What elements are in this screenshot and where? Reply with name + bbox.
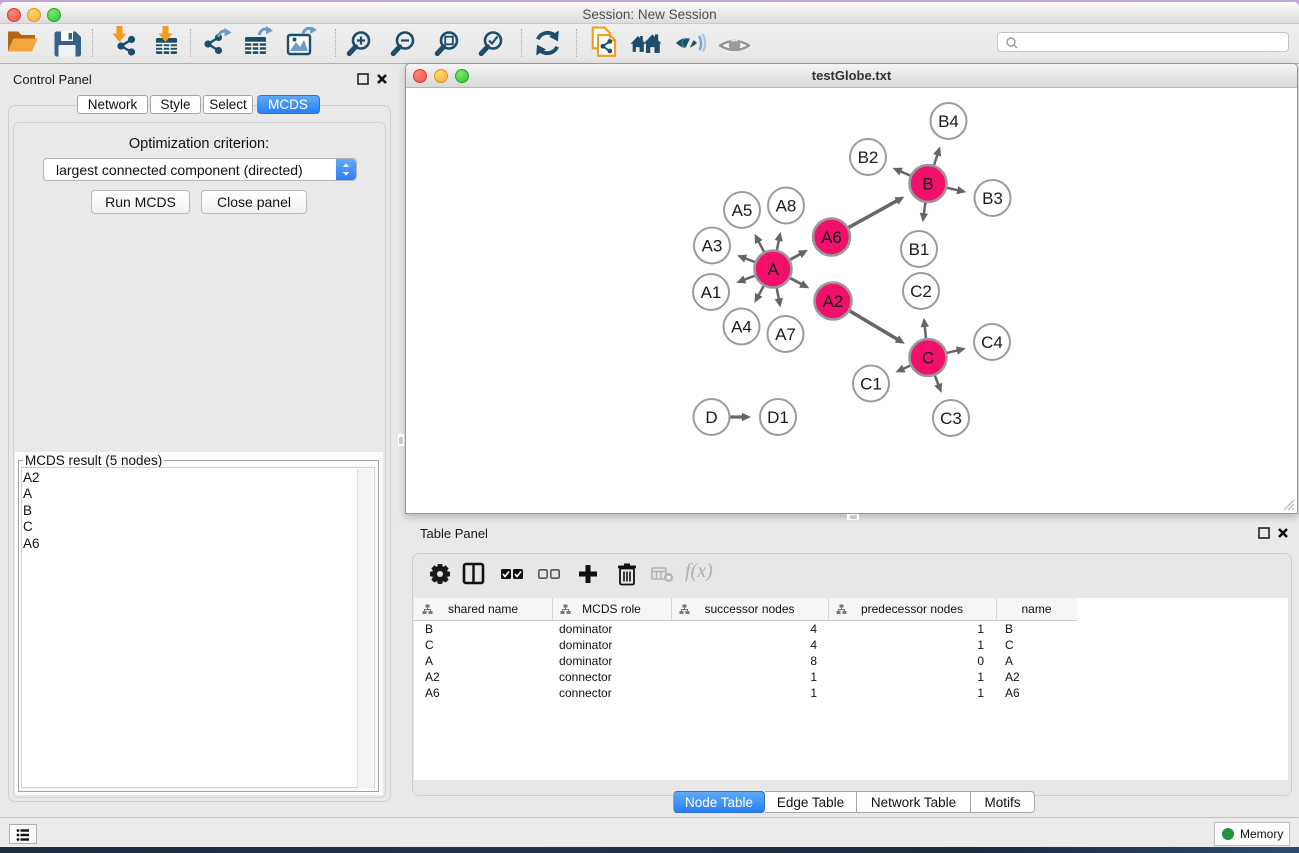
svg-text:A4: A4 — [731, 318, 752, 337]
svg-text:B1: B1 — [909, 240, 930, 259]
svg-text:D1: D1 — [767, 408, 789, 427]
svg-text:A: A — [767, 260, 779, 279]
svg-text:C: C — [922, 349, 934, 368]
svg-text:A3: A3 — [702, 237, 723, 256]
svg-text:B4: B4 — [938, 112, 959, 131]
svg-text:C1: C1 — [860, 375, 882, 394]
svg-text:A2: A2 — [823, 292, 844, 311]
svg-text:C2: C2 — [910, 282, 932, 301]
svg-text:C4: C4 — [981, 333, 1003, 352]
svg-text:B2: B2 — [858, 148, 879, 167]
svg-text:A1: A1 — [701, 283, 722, 302]
svg-text:C3: C3 — [940, 409, 962, 428]
svg-text:D: D — [705, 408, 717, 427]
svg-text:A8: A8 — [776, 197, 797, 216]
svg-text:B3: B3 — [982, 189, 1003, 208]
svg-text:B: B — [922, 175, 933, 194]
svg-text:A7: A7 — [775, 325, 796, 344]
svg-text:A5: A5 — [732, 201, 753, 220]
svg-text:A6: A6 — [821, 228, 842, 247]
